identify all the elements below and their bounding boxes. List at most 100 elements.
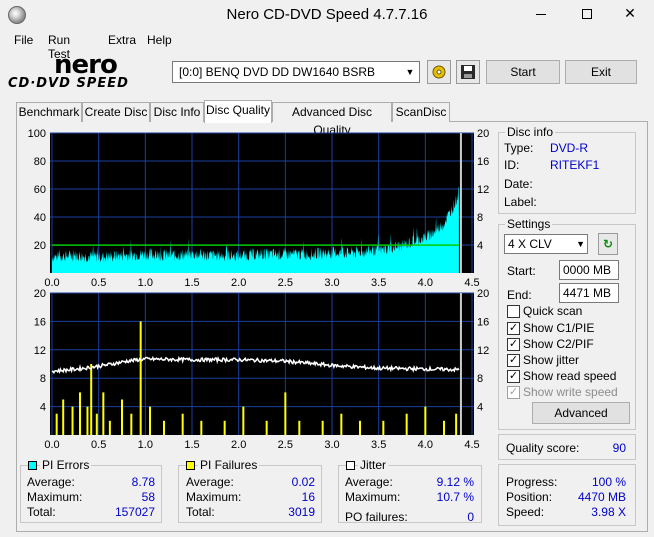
show-c1-checkbox[interactable]: ✓ bbox=[507, 322, 520, 335]
chart-0-x-tick-label: 0.5 bbox=[91, 277, 106, 289]
position-value: 4470 MB bbox=[577, 490, 626, 504]
pi-failures-bar bbox=[242, 406, 245, 435]
chart-1-y-right-tick-label: 20 bbox=[477, 288, 489, 300]
pi-failures-bar bbox=[108, 420, 111, 435]
chart-0-y-left-tick-label: 80 bbox=[34, 156, 46, 168]
chart-1-x-tick-label: 1.0 bbox=[138, 439, 153, 451]
pi-failures-bar bbox=[102, 392, 105, 435]
chart-0-y-right-tick-label: 4 bbox=[477, 240, 483, 252]
show-write-speed-checkbox: ✓ bbox=[507, 386, 520, 399]
refresh-button[interactable]: ↻ bbox=[598, 233, 618, 255]
chart-1-y-left-tick-label: 12 bbox=[34, 345, 46, 357]
pi-failures-bar bbox=[90, 364, 93, 435]
chart-0-y-left-tick-label: 40 bbox=[34, 212, 46, 224]
show-read-speed-checkbox[interactable]: ✓ bbox=[507, 370, 520, 383]
advanced-button[interactable]: Advanced bbox=[532, 402, 630, 424]
pi-failures-bar bbox=[130, 413, 133, 435]
quality-score-label: Quality score: bbox=[506, 441, 580, 455]
pi-errors-title: PI Errors bbox=[40, 458, 92, 472]
start-label: Start: bbox=[507, 264, 536, 278]
position-label: Position: bbox=[506, 490, 553, 504]
pi-failures-bar bbox=[443, 420, 445, 435]
chart-0-y-left-tick-label: 60 bbox=[34, 184, 46, 196]
chart-1-y-right-tick-label: 4 bbox=[477, 402, 483, 414]
chart-1-y-left-tick-label: 16 bbox=[34, 316, 46, 328]
type-label: Type: bbox=[504, 141, 534, 155]
pi-failures-bar bbox=[321, 420, 324, 435]
pi-failures-avg-label: Average: bbox=[186, 475, 234, 489]
chart-0-y-left-tick-label: 100 bbox=[28, 128, 46, 140]
chart-1-x-tick-label: 4.0 bbox=[418, 439, 433, 451]
pi-failures-bar bbox=[223, 420, 226, 435]
pi-failures-bar bbox=[71, 406, 74, 435]
id-label: ID: bbox=[504, 158, 520, 172]
pi-errors-max: 58 bbox=[141, 490, 155, 504]
pi-failures-bar bbox=[163, 420, 165, 435]
quality-score-value: 90 bbox=[612, 441, 626, 455]
pi-failures-bar bbox=[121, 399, 123, 435]
chart-1-y-left-tick-label: 20 bbox=[34, 288, 46, 300]
show-jitter-label: Show jitter bbox=[523, 353, 580, 367]
chart-0-y-right-tick-label: 8 bbox=[477, 212, 483, 224]
show-c2-checkbox[interactable]: ✓ bbox=[507, 338, 520, 351]
chart-1-x-tick-label: 3.5 bbox=[371, 439, 386, 451]
pi-failures-bar bbox=[139, 321, 142, 435]
quick-scan-label: Quick scan bbox=[523, 304, 583, 318]
chart-1-x-tick-label: 3.0 bbox=[324, 439, 339, 451]
pi-failures-bar bbox=[200, 420, 203, 435]
pi-failures-bar bbox=[284, 392, 287, 435]
pi-errors-total-label: Total: bbox=[27, 505, 56, 519]
po-failures-label: PO failures: bbox=[345, 510, 408, 524]
speed-select-value: 4 X CLV bbox=[508, 237, 552, 251]
show-c2-label: Show C2/PIF bbox=[523, 337, 594, 351]
pi-failures-bar bbox=[149, 406, 151, 435]
end-field[interactable]: 4471 MB bbox=[559, 283, 619, 303]
pi-errors-max-label: Maximum: bbox=[27, 490, 83, 504]
disc-info-title: Disc info bbox=[505, 125, 556, 139]
chart-1-x-tick-label: 2.5 bbox=[278, 439, 293, 451]
start-field[interactable]: 0000 MB bbox=[559, 260, 619, 280]
pi-failures-bar bbox=[62, 399, 65, 435]
chart-1-y-right-tick-label: 16 bbox=[477, 316, 489, 328]
pi-failures-total: 3019 bbox=[288, 505, 315, 519]
show-read-speed-label: Show read speed bbox=[523, 369, 617, 383]
chart-0-y-right-tick-label: 20 bbox=[477, 128, 489, 140]
chevron-down-icon: ▼ bbox=[576, 239, 585, 249]
chart-1-x-tick-label: 0.0 bbox=[44, 439, 59, 451]
pi-failures-swatch bbox=[186, 461, 195, 470]
chart-0-x-tick-label: 1.0 bbox=[138, 277, 153, 289]
tab-disc-quality[interactable]: Disc Quality bbox=[204, 100, 272, 123]
id-value: RITEKF1 bbox=[550, 158, 600, 172]
chart-0-x-tick-label: 2.0 bbox=[231, 277, 246, 289]
chart-0-y-right-tick-label: 12 bbox=[477, 184, 489, 196]
pi-failures-total-label: Total: bbox=[186, 505, 215, 519]
pi-failures-bar bbox=[86, 406, 89, 435]
pi-failures-bar bbox=[79, 392, 81, 435]
jitter-avg-label: Average: bbox=[345, 475, 393, 489]
chart-0-y-left-tick-label: 20 bbox=[34, 240, 46, 252]
pi-failures-bar bbox=[298, 420, 301, 435]
quick-scan-checkbox[interactable] bbox=[507, 305, 520, 318]
chart-0-x-tick-label: 3.5 bbox=[371, 277, 386, 289]
jitter-avg: 9.12 % bbox=[436, 475, 474, 489]
chart-1-x-tick-label: 2.0 bbox=[231, 439, 246, 451]
jitter-max: 10.7 % bbox=[436, 490, 474, 504]
date-label: Date: bbox=[504, 177, 533, 191]
pi-errors-total: 157027 bbox=[114, 505, 155, 519]
pi-failures-bar bbox=[181, 413, 184, 435]
pi-failures-max-label: Maximum: bbox=[186, 490, 242, 504]
pi-errors-swatch bbox=[28, 461, 37, 470]
end-label: End: bbox=[507, 288, 532, 302]
settings-title: Settings bbox=[505, 217, 553, 231]
speed-value: 3.98 X bbox=[591, 505, 626, 519]
show-jitter-checkbox[interactable]: ✓ bbox=[507, 354, 520, 367]
chart-1-x-tick-label: 4.5 bbox=[464, 439, 479, 451]
chart-0-x-tick-label: 3.0 bbox=[324, 277, 339, 289]
chart-1-y-right-tick-label: 8 bbox=[477, 373, 483, 385]
chart-0-x-tick-label: 4.0 bbox=[418, 277, 433, 289]
pi-failures-avg: 0.02 bbox=[291, 475, 315, 489]
chart-1-y-right-tick-label: 12 bbox=[477, 345, 489, 357]
speed-select[interactable]: 4 X CLV ▼ bbox=[504, 234, 588, 254]
jitter-title: Jitter bbox=[358, 458, 389, 472]
pi-failures-bar bbox=[95, 413, 98, 435]
